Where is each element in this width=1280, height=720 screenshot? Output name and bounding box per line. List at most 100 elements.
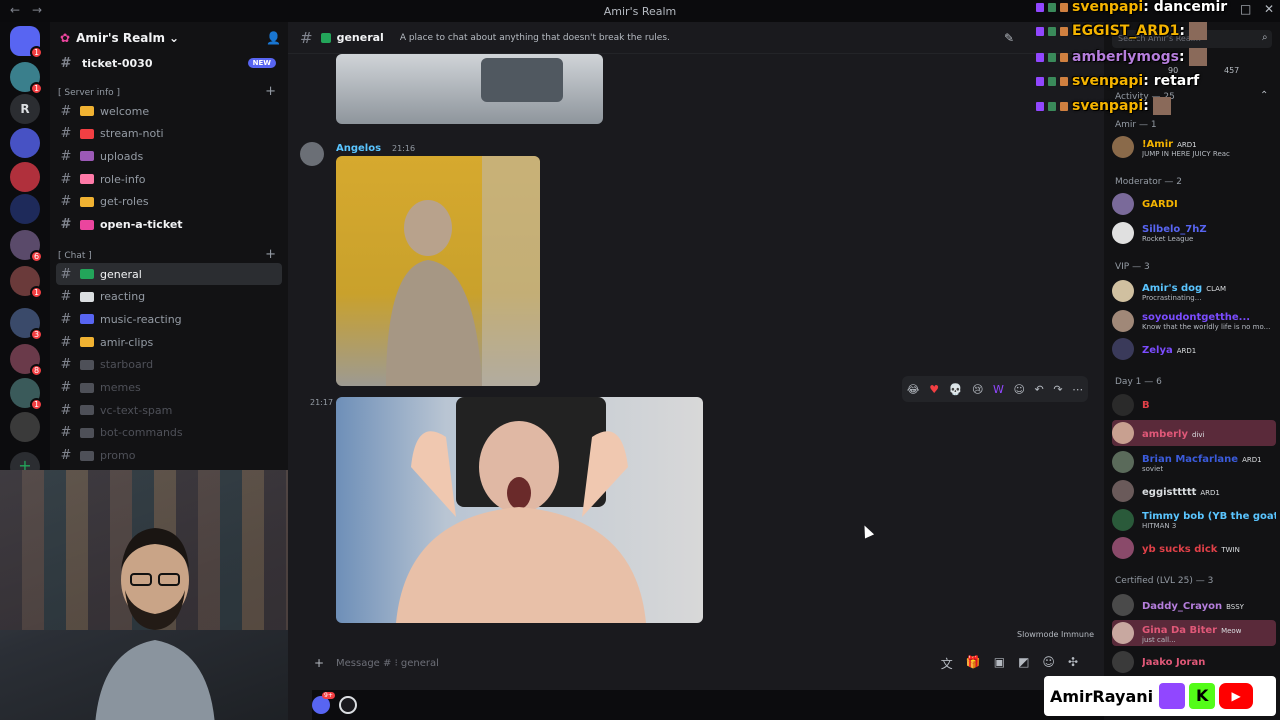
message-author[interactable]: Angelos bbox=[336, 143, 381, 154]
category-server-info[interactable]: [ Server info ] bbox=[58, 88, 120, 98]
server-icon[interactable] bbox=[10, 128, 40, 158]
member-item[interactable]: Silbelo_7hZ Rocket League bbox=[1112, 220, 1276, 246]
server-icon[interactable]: 1 bbox=[10, 62, 43, 95]
custom-reaction-icon[interactable]: W bbox=[993, 383, 1004, 396]
avatar bbox=[1112, 651, 1134, 673]
laugh-reaction-icon[interactable]: 😂 bbox=[907, 383, 920, 396]
channel-ticket[interactable]: # ticket-0030 NEW bbox=[56, 52, 282, 74]
member-item[interactable]: yb sucks dick TWIN bbox=[1112, 535, 1276, 561]
discord-home-icon[interactable]: 1 bbox=[10, 26, 43, 59]
server-icon[interactable] bbox=[10, 162, 40, 192]
channel-vc-text-spam[interactable]: # vc-text-spam bbox=[56, 399, 282, 421]
avatar bbox=[1112, 480, 1134, 502]
hash-icon: # bbox=[60, 448, 72, 464]
server-folder-icon[interactable]: 3 bbox=[10, 308, 43, 341]
member-item[interactable]: !Amir ARD1 JUMP IN HERE JUICY Reac bbox=[1112, 134, 1276, 160]
member-item[interactable]: Gina Da Biter Meow just call... bbox=[1112, 620, 1276, 646]
avatar bbox=[1112, 222, 1134, 244]
server-folder-icon[interactable]: 6 bbox=[10, 230, 43, 263]
channel-get-roles[interactable]: # get-roles bbox=[56, 191, 282, 213]
member-item[interactable]: Daddy_Crayon BSSY bbox=[1112, 592, 1276, 618]
member-item[interactable]: B bbox=[1112, 392, 1276, 418]
back-arrow-icon[interactable]: ← bbox=[10, 3, 20, 17]
add-channel-icon[interactable]: + bbox=[265, 84, 276, 99]
member-item[interactable]: Zelya ARD1 bbox=[1112, 336, 1276, 362]
channel-starboard[interactable]: # starboard bbox=[56, 354, 282, 376]
discord-taskbar-icon[interactable]: 9+ bbox=[312, 692, 335, 714]
channel-music-reacting[interactable]: # music-reacting bbox=[56, 308, 282, 330]
hash-icon: # bbox=[60, 217, 72, 232]
translate-icon[interactable]: 文 bbox=[941, 655, 953, 672]
channel-label: reacting bbox=[100, 290, 146, 304]
channel-topic[interactable]: A place to chat about anything that does… bbox=[400, 33, 670, 43]
forward-arrow-icon[interactable]: → bbox=[32, 3, 42, 17]
channel-role-info[interactable]: # role-info bbox=[56, 168, 282, 190]
hash-icon: # bbox=[60, 266, 72, 282]
member-item[interactable]: Brian Macfarlane ARD1 soviet bbox=[1112, 449, 1276, 475]
reply-icon[interactable]: ↶ bbox=[1035, 383, 1044, 396]
server-folder-icon[interactable]: 1 bbox=[10, 378, 43, 411]
threads-icon[interactable]: ✎ bbox=[1004, 31, 1014, 45]
server-icon[interactable] bbox=[10, 412, 40, 442]
avatar[interactable] bbox=[300, 142, 324, 166]
channel-emoji-icon bbox=[80, 269, 94, 279]
member-item[interactable]: soyoudontgetthe... Know that the worldly … bbox=[1112, 308, 1276, 334]
avatar bbox=[1112, 594, 1134, 616]
cry-reaction-icon[interactable]: 😢 bbox=[972, 383, 983, 396]
channel-uploads[interactable]: # uploads bbox=[56, 145, 282, 167]
avatar bbox=[1112, 451, 1134, 473]
obs-taskbar-icon[interactable] bbox=[339, 696, 357, 714]
member-item[interactable]: Jaako Joran bbox=[1112, 649, 1276, 675]
composer-toolbar: 文 🎁 ▣ ◩ ☺ ✣ bbox=[941, 655, 1078, 672]
message-image[interactable] bbox=[336, 156, 540, 386]
add-member-icon[interactable]: 👤 bbox=[266, 31, 281, 45]
channel-emoji-icon bbox=[80, 337, 94, 348]
channel-reacting[interactable]: # reacting bbox=[56, 286, 282, 308]
heart-reaction-icon[interactable]: ♥ bbox=[929, 383, 939, 396]
add-channel-icon[interactable]: + bbox=[265, 247, 276, 262]
channel-memes[interactable]: # memes bbox=[56, 377, 282, 399]
channel-open-a-ticket[interactable]: # open-a-ticket bbox=[56, 214, 282, 236]
add-reaction-icon[interactable]: ☺ bbox=[1013, 383, 1024, 396]
more-icon[interactable]: ⋯ bbox=[1072, 383, 1083, 396]
server-icon-r[interactable]: R bbox=[10, 94, 40, 124]
sticker-icon[interactable]: ◩ bbox=[1018, 655, 1029, 672]
channel-bot-commands[interactable]: # bot-commands bbox=[56, 422, 282, 444]
channel-label: get-roles bbox=[100, 195, 149, 209]
server-boost-icon: ✿ bbox=[60, 31, 71, 45]
member-item[interactable]: amberly divi bbox=[1112, 420, 1276, 446]
skull-reaction-icon[interactable]: 💀 bbox=[949, 383, 963, 396]
chat-line: EGGIST_ARD1 : bbox=[1036, 20, 1207, 42]
chat-line: amberlymogs : bbox=[1036, 46, 1207, 68]
window-title: Amir's Realm bbox=[603, 4, 677, 18]
channel-label: memes bbox=[100, 381, 141, 394]
message-composer[interactable]: + Message # ⁝ general 文 🎁 ▣ ◩ ☺ ✣ bbox=[310, 648, 1092, 678]
add-attachment-icon[interactable]: + bbox=[314, 656, 324, 670]
message-image[interactable] bbox=[336, 54, 603, 124]
chat-line: svenpapi : bbox=[1036, 95, 1171, 117]
brand-name: AmirRayani bbox=[1050, 686, 1154, 706]
server-folder-icon[interactable]: 8 bbox=[10, 344, 43, 377]
member-item[interactable]: GARDI bbox=[1112, 191, 1276, 217]
member-item[interactable]: Timmy bob (YB the goat) HITMAN 3 bbox=[1112, 507, 1276, 533]
forward-icon[interactable]: ↷ bbox=[1053, 383, 1062, 396]
member-item[interactable]: Amir's dog CLAM Procrastinating... bbox=[1112, 278, 1276, 304]
channel-amir-clips[interactable]: # amir-clips bbox=[56, 331, 282, 353]
channel-welcome[interactable]: # welcome bbox=[56, 100, 282, 122]
server-folder-icon[interactable]: 1 bbox=[10, 266, 43, 299]
message-image[interactable] bbox=[336, 397, 703, 623]
gift-icon[interactable]: 🎁 bbox=[966, 655, 981, 672]
server-header[interactable]: ✿ Amir's Realm ⌄ 👤 bbox=[50, 22, 288, 54]
apps-icon[interactable]: ✣ bbox=[1068, 655, 1078, 672]
message-action-bar: 😂 ♥ 💀 😢 W ☺ ↶ ↷ ⋯ bbox=[902, 376, 1088, 402]
emoji-icon[interactable]: ☺ bbox=[1042, 655, 1055, 672]
server-icon[interactable] bbox=[10, 194, 40, 224]
category-chat[interactable]: [ Chat ] bbox=[58, 251, 92, 261]
gif-icon[interactable]: ▣ bbox=[994, 655, 1005, 672]
member-list: Search Amir's Realm ⌕ 90 457 Activity — … bbox=[1104, 22, 1280, 720]
channel-general[interactable]: # general bbox=[56, 263, 282, 285]
message-input[interactable]: Message # ⁝ general bbox=[336, 658, 439, 669]
channel-stream-noti[interactable]: # stream-noti bbox=[56, 123, 282, 145]
channel-promo[interactable]: # promo bbox=[56, 445, 282, 467]
member-item[interactable]: eggisttttt ARD1 bbox=[1112, 478, 1276, 504]
